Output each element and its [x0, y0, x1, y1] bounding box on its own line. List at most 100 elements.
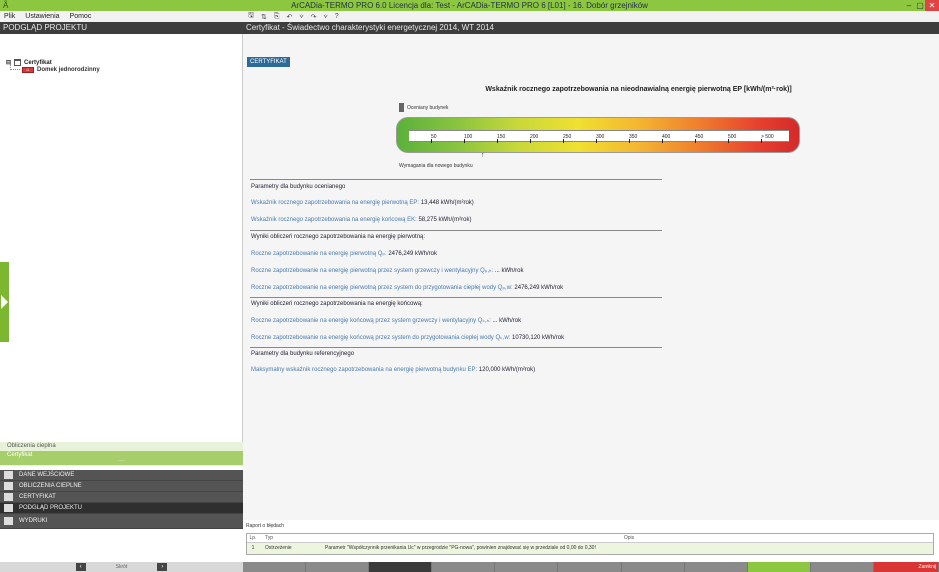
print-button[interactable] [810, 562, 874, 572]
printer-icon [4, 517, 13, 525]
col-type: Typ [265, 535, 274, 541]
funnel-icon[interactable]: ⩒ [323, 13, 327, 21]
main-nav: DANE WEJŚCIOWE OBLICZENIA CIEPLNE CERTYF… [0, 470, 243, 529]
result-label: Roczne zapotrzebowanie na energię końcow… [251, 318, 491, 324]
nav-label: DANE WEJŚCIOWE [19, 472, 75, 478]
tool-button-1[interactable] [243, 562, 307, 572]
tree-root-label: Certyfikat [24, 59, 52, 66]
menu-settings[interactable]: Ustawienia [25, 13, 59, 20]
main-header: Certyfikat - Świadectwo charakterystyki … [243, 22, 939, 34]
result-value: 13,448 kWh/(m²rok) [420, 200, 474, 206]
subnav-heat-calc[interactable]: Obliczenia cieplna [0, 442, 243, 451]
close-app-button[interactable]: Zamknij [873, 562, 939, 572]
expand-panel-arrow-icon[interactable] [0, 262, 9, 342]
scale-tick: 450 [695, 131, 703, 143]
nav-certificate[interactable]: CERTYFIKAT [0, 492, 243, 503]
window-title: ArCADia-TERMO PRO 6.0 Licencja dla: Test… [291, 1, 648, 10]
save-icon[interactable]: 🖫 [248, 11, 254, 22]
help-icon[interactable]: ? [335, 13, 339, 20]
result-label: Wskaźnik rocznego zapotrzebowania na ene… [251, 217, 417, 223]
marker-label: Oceniany budynek [407, 104, 449, 111]
scale-tick: 200 [530, 131, 538, 143]
result-value: 120,000 kWh/(m²rok) [478, 367, 536, 373]
result-value: ... kWh/rok [492, 318, 522, 324]
result-line: Roczne zapotrzebowanie na energię pierwo… [251, 284, 563, 291]
house-icon: ⌂ [22, 67, 34, 73]
scale-tick: 150 [497, 131, 505, 143]
divider [250, 179, 662, 180]
nav-heat-calc[interactable]: OBLICZENIA CIEPLNE [0, 481, 243, 492]
copy-icon[interactable]: ⎘ [274, 13, 280, 21]
tool-button-4[interactable] [432, 562, 496, 572]
up-arrow-icon: ↑ [481, 152, 485, 159]
undo-icon[interactable]: ↶ [286, 13, 292, 21]
result-line: Roczne zapotrzebowanie na energię końcow… [251, 334, 564, 341]
scale-tick: 100 [464, 131, 472, 143]
energy-scale: 50 100 150 200 250 300 350 400 450 500 > 500 [396, 117, 800, 153]
tool-button-8[interactable] [684, 562, 748, 572]
tool-button-5[interactable] [495, 562, 559, 572]
result-value: 10730,120 kWh/rok [512, 335, 565, 341]
section-heading: Wyniki obliczeń rocznego zapotrzebowania… [251, 301, 423, 307]
scale-tick: 500 [728, 131, 736, 143]
report-header-row: Lp. Typ Opis [247, 534, 933, 543]
nav-label: CERTYFIKAT [19, 494, 56, 500]
report-label: Raport o błędach [246, 523, 285, 529]
tool-button-9[interactable] [747, 562, 811, 572]
result-value: 2476,249 kWh/rok [514, 285, 564, 291]
prev-button[interactable]: ‹ [75, 563, 86, 571]
scale-tick: 300 [596, 131, 604, 143]
bottom-toolbar: Zamknij [243, 562, 939, 572]
tool-button-3[interactable] [369, 562, 433, 572]
result-value: 58,275 kWh/(m²rok) [418, 217, 472, 223]
divider [250, 230, 662, 231]
menu-help[interactable]: Pomoc [70, 13, 92, 20]
col-lp: Lp. [249, 535, 257, 541]
col-desc: Opis [623, 535, 635, 541]
divider [250, 297, 662, 298]
minimize-button[interactable]: – [903, 0, 915, 11]
nav-label: WYDRUKI [19, 518, 48, 524]
menu-file[interactable]: Plik [4, 13, 15, 20]
result-value: 2476,249 kWh/rok [388, 251, 438, 257]
tree-connector [10, 64, 20, 70]
resize-grip[interactable]: ···· [0, 459, 243, 465]
result-line: Maksymalny wskaźnik rocznego zapotrzebow… [251, 367, 535, 373]
filter-icon[interactable]: ⩒ [299, 13, 303, 21]
result-line: Roczne zapotrzebowanie na energię pierwo… [251, 250, 437, 257]
title-bar: Ã ArCADia-TERMO PRO 6.0 Licencja dla: Te… [0, 0, 939, 11]
result-label: Maksymalny wskaźnik rocznego zapotrzebow… [251, 367, 478, 373]
next-button[interactable]: › [157, 563, 168, 571]
settings-icon[interactable]: ⇅ [261, 13, 267, 21]
result-label: Roczne zapotrzebowanie na energię pierwo… [251, 251, 387, 257]
tree-item-house[interactable]: ⌂ Domek jednorodzinny [22, 67, 100, 73]
section-heading: Parametry dla budynku ocenianego [251, 184, 346, 190]
scale-ticks: 50 100 150 200 250 300 350 400 450 500 > 500 [409, 130, 789, 143]
maximize-button[interactable]: ▢ [915, 0, 925, 11]
result-label: Roczne zapotrzebowanie na energię końcow… [251, 335, 511, 341]
table-row[interactable]: 1 Ostrzeżenie Parametr "Współczynnik prz… [247, 543, 933, 554]
nav-input-data[interactable]: DANE WEJŚCIOWE [0, 470, 243, 481]
marker-icon [399, 103, 404, 112]
nav-project-preview[interactable]: PODGLĄD PROJEKTU [0, 503, 243, 514]
result-line: Roczne zapotrzebowanie na energię końcow… [251, 317, 521, 324]
preview-icon [4, 504, 13, 512]
menu-bar: Plik Ustawienia Pomoc [0, 11, 243, 22]
result-label: Wskaźnik rocznego zapotrzebowania na ene… [251, 200, 420, 206]
scale-tick: 50 [431, 131, 437, 143]
result-label: Roczne zapotrzebowanie na energię pierwo… [251, 268, 494, 274]
tab-certificate[interactable]: CERTYFIKAT [247, 57, 290, 67]
section-heading: Wyniki obliczeń rocznego zapotrzebowania… [251, 234, 426, 240]
scale-title: Wskaźnik rocznego zapotrzebowania na nie… [485, 86, 792, 93]
cell-type: Ostrzeżenie [265, 545, 292, 551]
assessed-building-marker: Oceniany budynek [399, 103, 448, 112]
redo-icon[interactable]: ↷ [311, 13, 317, 21]
tool-button-2[interactable] [306, 562, 370, 572]
nav-printouts[interactable]: WYDRUKI [0, 514, 243, 529]
scale-tick: 250 [563, 131, 571, 143]
tool-button-6[interactable] [558, 562, 622, 572]
tree-item-label: Domek jednorodzinny [37, 67, 100, 73]
close-button[interactable]: ✕ [925, 0, 939, 11]
calculator-icon [4, 482, 13, 490]
tool-button-7[interactable] [621, 562, 685, 572]
